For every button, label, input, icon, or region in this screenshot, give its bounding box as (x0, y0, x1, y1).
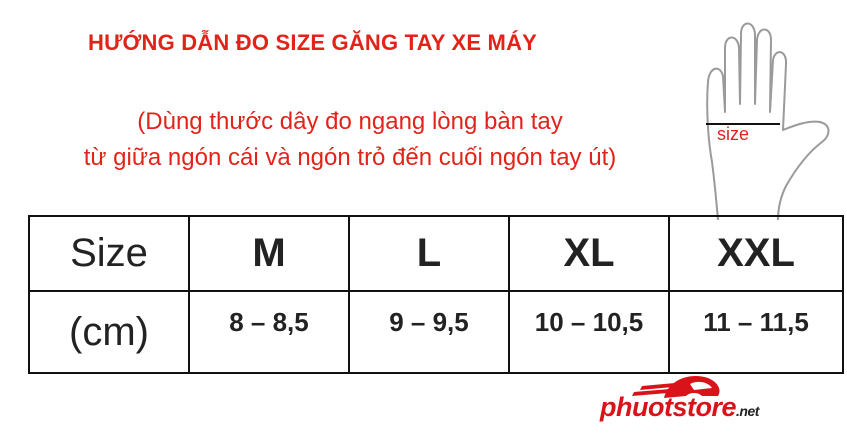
size-l-label: L (416, 231, 442, 275)
size-header-cell: Size (28, 215, 190, 292)
hand-size-label: size (717, 124, 750, 144)
size-l-cell: L (348, 215, 510, 292)
range-l-cell: 9 – 9,5 (348, 290, 510, 374)
table-row-measurements: (cm) 8 – 8,5 9 – 9,5 10 – 10,5 11 – 11,5 (28, 290, 844, 374)
size-xxl-cell: XXL (668, 215, 844, 292)
range-xl-value: 10 – 10,5 (534, 306, 644, 337)
hand-illustration (706, 22, 830, 220)
instruction-line-2: từ giữa ngón cái và ngón trỏ đến cuối ng… (83, 144, 617, 171)
size-m-label: M (252, 231, 286, 275)
brand-suffix: .net (736, 403, 759, 419)
size-header-label: Size (70, 231, 148, 275)
range-xl-cell: 10 – 10,5 (508, 290, 670, 374)
range-xxl-cell: 11 – 11,5 (668, 290, 844, 374)
instructions: (Dùng thước dây đo ngang lòng bàn tay từ… (0, 104, 700, 176)
table-row-sizes: Size M L XL XXL (28, 215, 844, 292)
page-title: HƯỚNG DẪN ĐO SIZE GĂNG TAY XE MÁY (88, 30, 538, 55)
instruction-line-1: (Dùng thước dây đo ngang lòng bàn tay (137, 108, 563, 135)
range-xxl-value: 11 – 11,5 (703, 306, 809, 337)
range-m-value: 8 – 8,5 (229, 306, 309, 337)
unit-cell: (cm) (28, 290, 190, 374)
brand-logo: phuotstore.net (600, 392, 759, 423)
size-xxl-label: XXL (717, 231, 795, 275)
brand-name: phuotstore (600, 392, 737, 422)
range-l-value: 9 – 9,5 (389, 306, 469, 337)
size-xl-label: XL (563, 231, 615, 275)
unit-label: (cm) (69, 309, 149, 354)
size-m-cell: M (188, 215, 350, 292)
size-xl-cell: XL (508, 215, 670, 292)
range-m-cell: 8 – 8,5 (188, 290, 350, 374)
size-table: Size M L XL XXL (cm) 8 – 8,5 9 – 9,5 10 … (28, 215, 844, 374)
